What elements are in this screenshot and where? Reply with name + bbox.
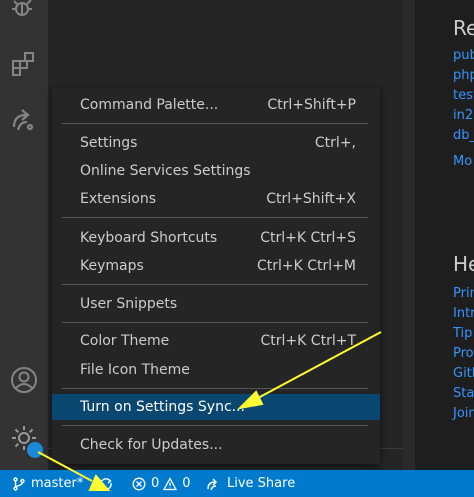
menu-item-shortcut: Ctrl+Shift+P bbox=[267, 97, 356, 113]
update-badge bbox=[25, 440, 45, 460]
error-icon bbox=[132, 477, 146, 490]
manage-menu: Command Palette... Ctrl+Shift+P Settings… bbox=[52, 88, 380, 464]
menu-separator bbox=[62, 284, 368, 285]
menu-item-extensions[interactable]: Extensions Ctrl+Shift+X bbox=[52, 186, 380, 212]
help-item[interactable]: Pro bbox=[453, 346, 474, 361]
menu-item-label: Check for Updates... bbox=[80, 437, 223, 453]
menu-item-keymaps[interactable]: Keymaps Ctrl+K Ctrl+M bbox=[52, 253, 380, 279]
warning-count: 0 bbox=[182, 476, 191, 491]
live-share-label: Live Share bbox=[227, 476, 296, 491]
live-share-status[interactable]: Live Share bbox=[206, 470, 295, 497]
menu-item-label: File Icon Theme bbox=[80, 362, 190, 378]
menu-item-settings[interactable]: Settings Ctrl+, bbox=[52, 130, 380, 156]
help-item[interactable]: Prin bbox=[453, 286, 474, 301]
menu-item-shortcut: Ctrl+Shift+X bbox=[266, 191, 356, 207]
menu-item-label: Keymaps bbox=[80, 258, 144, 274]
recent-item[interactable]: in2a bbox=[453, 108, 474, 123]
menu-separator bbox=[62, 217, 368, 218]
menu-item-label: Keyboard Shortcuts bbox=[80, 230, 218, 246]
git-branch-icon bbox=[13, 476, 25, 491]
menu-item-turn-on-settings-sync[interactable]: Turn on Settings Sync... bbox=[52, 394, 380, 420]
menu-item-shortcut: Ctrl+K Ctrl+M bbox=[257, 258, 356, 274]
warning-icon bbox=[163, 476, 178, 490]
recent-heading: Re bbox=[453, 16, 474, 40]
help-item[interactable]: Stac bbox=[453, 386, 474, 401]
recent-item[interactable]: pub bbox=[453, 48, 474, 63]
more-link[interactable]: Mo bbox=[453, 154, 472, 169]
welcome-page: Re pub php test in2a db_ Mo He Prin Intr… bbox=[451, 0, 474, 470]
recent-item[interactable]: db_ bbox=[453, 128, 474, 143]
menu-item-label: Settings bbox=[80, 135, 138, 151]
recent-item[interactable]: php bbox=[453, 68, 474, 83]
help-item[interactable]: Intr bbox=[453, 306, 474, 321]
sync-icon bbox=[100, 477, 112, 490]
help-item[interactable]: Tip bbox=[453, 326, 472, 341]
menu-separator bbox=[62, 388, 368, 389]
menu-item-label: Turn on Settings Sync... bbox=[80, 399, 245, 415]
menu-item-color-theme[interactable]: Color Theme Ctrl+K Ctrl+T bbox=[52, 328, 380, 354]
menu-item-label: Online Services Settings bbox=[80, 163, 251, 179]
error-count: 0 bbox=[151, 476, 160, 491]
help-item[interactable]: Join bbox=[453, 406, 474, 421]
recent-item[interactable]: test bbox=[453, 88, 474, 103]
extensions-icon[interactable] bbox=[0, 40, 48, 88]
accounts-icon[interactable] bbox=[0, 356, 48, 404]
problems-status[interactable]: 0 0 bbox=[132, 470, 191, 497]
menu-separator bbox=[62, 322, 368, 323]
branch-status[interactable]: master* bbox=[12, 470, 83, 497]
menu-item-label: Color Theme bbox=[80, 333, 170, 349]
menu-item-online-services-settings[interactable]: Online Services Settings bbox=[52, 158, 380, 184]
live-share-icon[interactable] bbox=[0, 96, 48, 144]
activity-bar bbox=[0, 0, 48, 470]
menu-item-check-for-updates[interactable]: Check for Updates... bbox=[52, 432, 380, 458]
menu-item-file-icon-theme[interactable]: File Icon Theme bbox=[52, 357, 380, 383]
menu-item-command-palette[interactable]: Command Palette... Ctrl+Shift+P bbox=[52, 92, 380, 118]
menu-separator bbox=[62, 425, 368, 426]
menu-item-user-snippets[interactable]: User Snippets bbox=[52, 291, 380, 317]
debug-icon[interactable] bbox=[0, 0, 48, 34]
sync-status[interactable] bbox=[98, 470, 119, 497]
menu-item-label: Extensions bbox=[80, 191, 157, 207]
branch-name: master* bbox=[31, 476, 84, 491]
status-bar: master* 0 0 Live Share bbox=[0, 470, 474, 497]
menu-item-label: Command Palette... bbox=[80, 97, 219, 113]
live-share-status-icon bbox=[207, 477, 218, 490]
menu-item-shortcut: Ctrl+, bbox=[314, 135, 356, 151]
menu-item-keyboard-shortcuts[interactable]: Keyboard Shortcuts Ctrl+K Ctrl+S bbox=[52, 225, 380, 251]
menu-item-shortcut: Ctrl+K Ctrl+S bbox=[260, 230, 356, 246]
menu-item-label: User Snippets bbox=[80, 296, 178, 312]
menu-separator bbox=[62, 123, 368, 124]
help-heading: He bbox=[453, 252, 474, 276]
menu-item-shortcut: Ctrl+K Ctrl+T bbox=[260, 333, 356, 349]
help-item[interactable]: Gith bbox=[453, 366, 474, 381]
